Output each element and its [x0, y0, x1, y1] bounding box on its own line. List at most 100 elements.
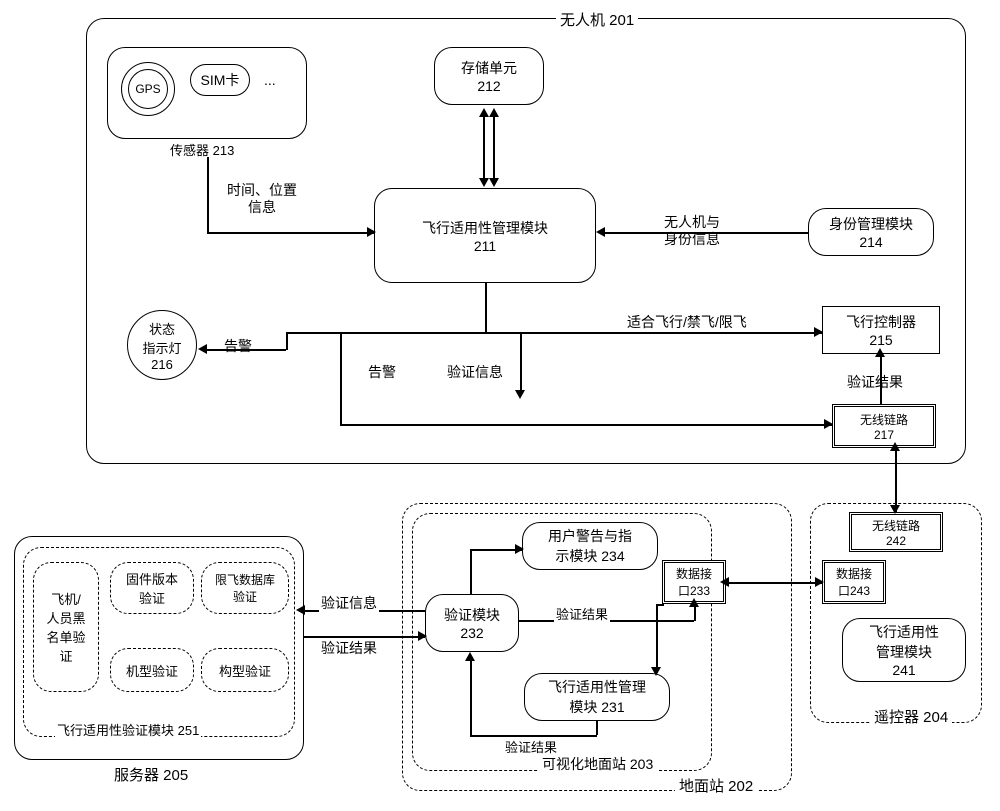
- verify-info-label-2: 验证信息: [319, 593, 379, 613]
- fc-l1: 飞行控制器: [846, 312, 916, 332]
- edge: [880, 354, 882, 404]
- gs-warn-box: 用户警告与指 示模块 234: [522, 522, 658, 570]
- edge: [483, 115, 485, 178]
- arrowhead: [479, 178, 489, 187]
- wlink-217-l1: 无线链路: [860, 411, 908, 428]
- sensor-dots: ...: [262, 72, 278, 88]
- indicator-l3: 216: [151, 357, 173, 372]
- arrowhead: [890, 442, 900, 451]
- wlink-217-box: 无线链路 217: [832, 404, 936, 448]
- server-module-title: 飞行适用性验证模块 251: [55, 720, 201, 739]
- indicator-l2: 指示灯: [142, 338, 181, 357]
- gs-fam-box: 飞行适用性管理 模块 231: [524, 673, 670, 721]
- edge: [470, 549, 472, 594]
- gs-outer-title: 地面站 202: [675, 775, 757, 796]
- indicator-l1: 状态: [149, 319, 175, 338]
- arrowhead: [515, 390, 525, 399]
- arrowhead: [815, 577, 824, 587]
- arrowhead: [465, 652, 475, 661]
- sensor-title: 传感器 213: [168, 140, 236, 159]
- arrowhead: [367, 227, 376, 237]
- edge: [604, 232, 808, 234]
- arrowhead: [875, 348, 885, 357]
- edge: [493, 115, 495, 178]
- gs-verify-l2: 232: [460, 625, 483, 641]
- rc-fam-box: 飞行适用性 管理模块 241: [842, 618, 966, 682]
- edge: [286, 332, 288, 350]
- arrowhead: [489, 178, 499, 187]
- edge: [207, 232, 374, 234]
- fc-box: 飞行控制器 215: [822, 306, 940, 354]
- wlink-217-l2: 217: [874, 428, 894, 442]
- storage-l2: 212: [477, 78, 500, 94]
- gs-vis-title: 可视化地面站 203: [538, 754, 657, 774]
- edge: [470, 660, 472, 736]
- edge: [726, 582, 822, 584]
- gs-warn-l2: 示模块 234: [555, 546, 624, 566]
- fc-l2: 215: [869, 332, 892, 348]
- fam-211-l1: 飞行适用性管理模块: [422, 218, 548, 238]
- gs-fam-l1: 飞行适用性管理: [548, 677, 646, 697]
- arrowhead: [418, 631, 427, 641]
- edge: [656, 604, 664, 606]
- restrict-box: 限飞数据库 验证: [201, 562, 289, 614]
- config-box: 构型验证: [201, 648, 289, 692]
- fly-status-label: 适合飞行/禁飞/限飞: [625, 312, 749, 332]
- model-box: 机型验证: [110, 648, 194, 692]
- gps-icon: GPS: [121, 62, 175, 116]
- id-info-label: 无人机与 身份信息: [662, 214, 722, 248]
- edge: [656, 604, 658, 673]
- server-title: 服务器 205: [110, 764, 192, 785]
- uav-title: 无人机 201: [556, 9, 638, 30]
- verify-result-label-4: 验证结果: [503, 737, 559, 756]
- sim-label: SIM卡: [201, 70, 240, 90]
- sim-box: SIM卡: [190, 64, 250, 96]
- verify-result-label-2: 验证结果: [319, 638, 379, 658]
- gps-label: GPS: [128, 69, 168, 109]
- arrowhead: [814, 327, 823, 337]
- rc-dataif-box: 数据接 口243: [822, 560, 886, 604]
- alarm-label-2: 告警: [366, 362, 398, 382]
- edge: [207, 157, 209, 233]
- rc-wlink-box: 无线链路 242: [849, 512, 943, 552]
- arrowhead: [720, 577, 729, 587]
- time-pos-label: 时间、位置 信息: [225, 182, 299, 216]
- gs-verify-box: 验证模块 232: [425, 594, 519, 652]
- arrowhead: [198, 344, 207, 354]
- edge: [895, 448, 897, 512]
- fam-211-box: 飞行适用性管理模块 211: [374, 188, 596, 283]
- arrowhead: [515, 544, 524, 554]
- storage-l1: 存储单元: [461, 58, 517, 78]
- arrowhead: [651, 667, 661, 676]
- identity-l1: 身份管理模块: [829, 214, 913, 234]
- verify-result-label-3: 验证结果: [554, 604, 610, 623]
- edge: [286, 332, 822, 334]
- edge: [596, 721, 598, 735]
- identity-box: 身份管理模块 214: [808, 208, 934, 256]
- arrowhead: [296, 605, 305, 615]
- gs-verify-l1: 验证模块: [444, 605, 500, 625]
- gs-warn-l1: 用户警告与指: [548, 526, 632, 546]
- edge: [206, 349, 286, 351]
- edge: [520, 332, 522, 392]
- verify-result-label-1: 验证结果: [845, 372, 905, 392]
- verify-info-label-1: 验证信息: [445, 362, 505, 382]
- arrowhead: [824, 419, 833, 429]
- edge: [340, 424, 832, 426]
- rc-title: 遥控器 204: [870, 706, 952, 727]
- arrowhead: [479, 108, 489, 117]
- blacklist-box: 飞机/ 人员黑 名单验 证: [33, 562, 99, 692]
- storage-box: 存储单元 212: [434, 47, 544, 105]
- fam-211-l2: 211: [474, 238, 496, 254]
- arrowhead: [596, 227, 605, 237]
- alarm-label-1: 告警: [222, 336, 254, 356]
- firmware-box: 固件版本 验证: [110, 562, 194, 614]
- arrowhead: [689, 598, 699, 607]
- edge: [485, 283, 487, 333]
- identity-l2: 214: [859, 234, 882, 250]
- arrowhead: [890, 505, 900, 514]
- arrowhead: [489, 108, 499, 117]
- indicator-box: 状态 指示灯 216: [127, 310, 197, 380]
- edge: [340, 332, 342, 424]
- gs-fam-l2: 模块 231: [569, 697, 624, 717]
